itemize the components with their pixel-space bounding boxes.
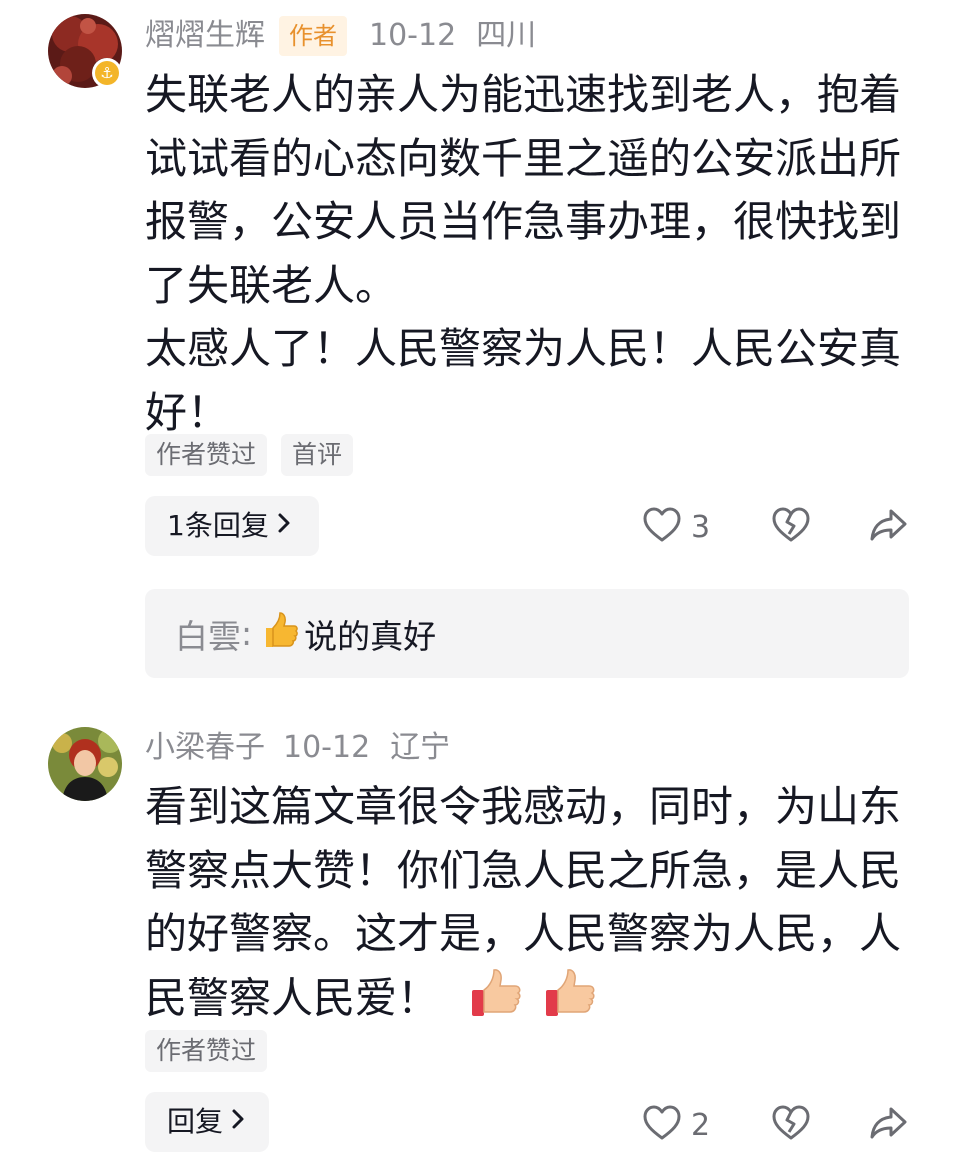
comment-text-paragraph: 失联老人的亲人为能迅速找到老人，抱着试试看的心态向数千里之遥的公安派出所报警，公… [145,70,902,310]
comment-emojis [457,968,598,1022]
tag-first-comment: 首评 [281,434,354,476]
comment-meta: 小梁春子 10-12 辽宁 [145,728,450,768]
sub-reply-separator: : [241,614,253,653]
heart-outline-icon [643,1105,681,1145]
comment-date: 10-12 [369,18,457,53]
comment-tags: 作者赞过 首评 [145,434,354,476]
sub-reply-preview[interactable]: 白雲 : 说的真好 [145,589,909,678]
share-arrow-icon [870,1107,908,1145]
comment-tags: 作者赞过 [145,1030,268,1072]
like-button[interactable]: 2 [643,1105,710,1145]
comment-meta: 熠熠生辉 作者 10-12 四川 [145,16,536,56]
comment-date: 10-12 [283,730,371,765]
sub-reply-author[interactable]: 白雲 [175,610,241,658]
reply-button[interactable]: 回复 [145,1092,269,1152]
share-button[interactable] [870,1105,908,1145]
avatar-image [48,727,122,801]
broken-heart-icon [772,1105,810,1145]
comment-item: 小梁春子 10-12 辽宁 看到这篇文章很令我感动，同时，为山东警察点大赞！你们… [0,715,960,1172]
chevron-right-icon [231,1092,245,1152]
user-avatar[interactable] [48,727,122,801]
gold-level-badge-icon: ⚓ [92,58,122,88]
thumbs-up-emoji [544,966,598,1036]
thumbs-up-emoji [470,966,524,1036]
thumbs-up-emoji [260,610,300,658]
dislike-button[interactable] [772,507,810,547]
username[interactable]: 熠熠生辉 [145,16,265,56]
comment-location: 四川 [476,18,537,53]
sub-reply-content: 白雲 : 说的真好 [175,589,436,678]
dislike-button[interactable] [772,1105,810,1145]
comment-text: 失联老人的亲人为能迅速找到老人，抱着试试看的心态向数千里之遥的公安派出所报警，公… [145,63,905,444]
comment-text: 看到这篇文章很令我感动，同时，为山东警察点大赞！你们急人民之所急，是人民的好警察… [145,775,905,1035]
comment-text-paragraph: 太感人了！人民警察为人民！人民公安真好！ [145,324,902,437]
tag-author-liked: 作者赞过 [145,1030,268,1072]
share-arrow-icon [870,509,908,547]
like-count: 2 [691,1107,711,1143]
username[interactable]: 小梁春子 [145,728,265,768]
sub-reply-text: 说的真好 [304,616,437,656]
like-count: 3 [691,509,711,545]
view-replies-label: 1条回复 [167,509,269,542]
reply-label: 回复 [167,1105,224,1138]
view-replies-button[interactable]: 1条回复 [145,496,319,556]
comment-item: ⚓ 熠熠生辉 作者 10-12 四川 失联老人的亲人为能迅速找到老人，抱着试试看… [0,0,960,700]
tag-author-liked: 作者赞过 [145,434,268,476]
share-button[interactable] [870,507,908,547]
broken-heart-icon [772,507,810,547]
comment-location: 辽宁 [390,730,451,765]
heart-outline-icon [643,507,681,547]
author-tag: 作者 [279,16,347,56]
chevron-right-icon [277,496,291,556]
like-button[interactable]: 3 [643,507,710,547]
